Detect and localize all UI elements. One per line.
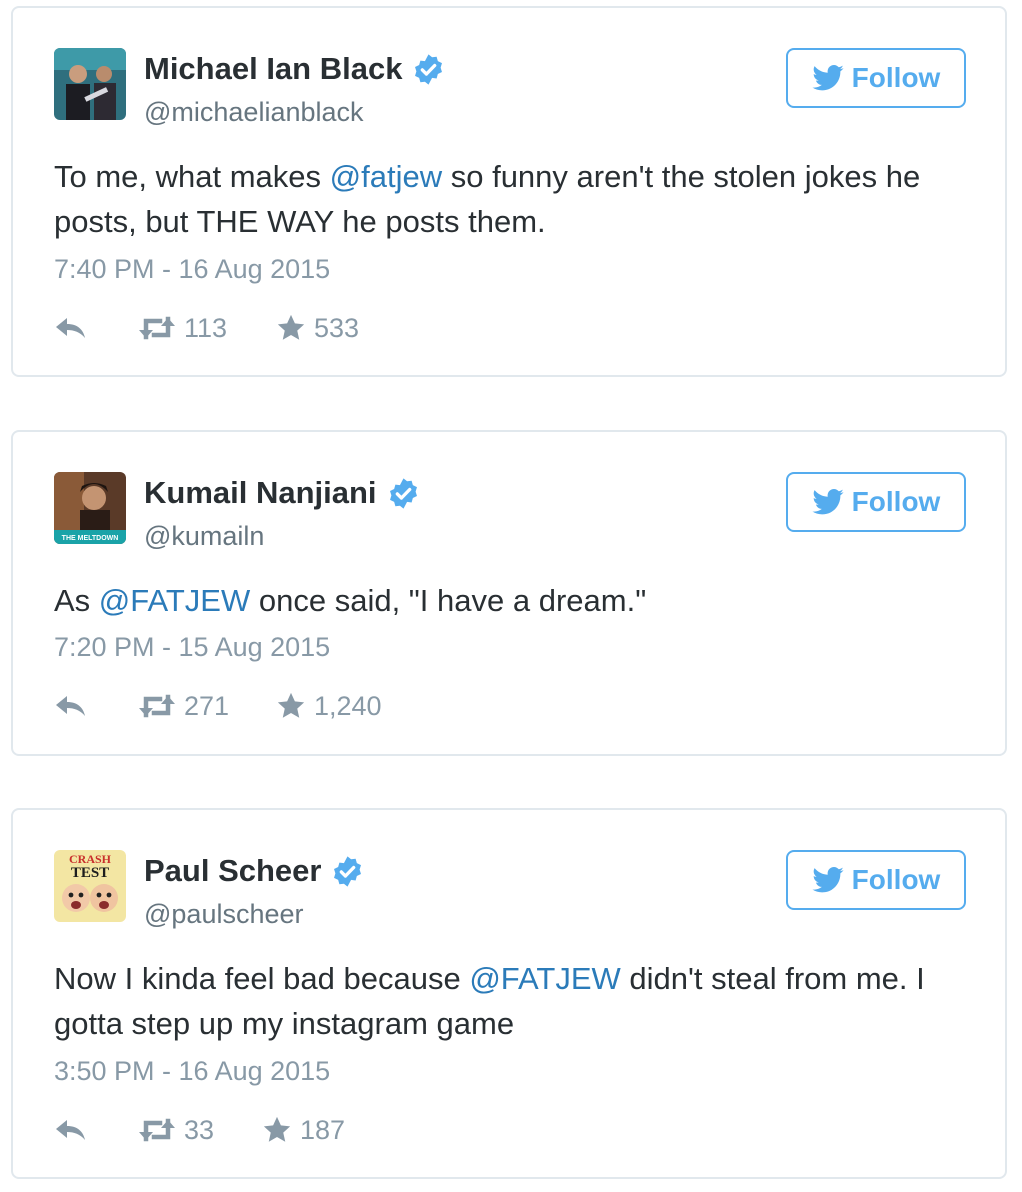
follow-label: Follow (851, 486, 941, 517)
tweet-card: Michael Ian Black @michaelianblack Follo… (11, 6, 1007, 377)
user-handle[interactable]: @kumailn (144, 518, 264, 554)
retweet-icon (139, 1118, 175, 1142)
avatar-caption: THE MELTDOWN (62, 535, 119, 542)
like-button[interactable]: 187 (262, 1112, 345, 1148)
tweet-text: To me, what makes @fatjew so funny aren'… (54, 154, 974, 244)
verified-badge-icon (412, 53, 445, 86)
retweet-count: 271 (184, 691, 230, 721)
avatar[interactable] (54, 48, 126, 120)
retweet-button[interactable]: 271 (138, 688, 229, 724)
twitter-bird-icon (812, 65, 844, 91)
verified-badge-icon (331, 855, 364, 888)
avatar-caption: CRASH (69, 852, 112, 866)
timestamp[interactable]: 7:40 PM - 16 Aug 2015 (54, 252, 330, 286)
twitter-bird-icon (812, 489, 844, 515)
timestamp[interactable]: 7:20 PM - 15 Aug 2015 (54, 630, 330, 664)
retweet-icon (139, 316, 175, 340)
avatar-caption: TEST (71, 865, 109, 881)
follow-button[interactable]: Follow (786, 850, 966, 910)
reply-button[interactable] (54, 310, 88, 346)
text-segment: Now I kinda feel bad because (54, 961, 470, 996)
follow-label: Follow (851, 864, 941, 895)
star-icon (263, 1116, 291, 1142)
reply-icon (56, 318, 85, 338)
follow-label: Follow (851, 62, 941, 93)
retweet-button[interactable]: 113 (138, 310, 227, 346)
like-button[interactable]: 1,240 (276, 688, 382, 724)
like-count: 1,240 (314, 691, 382, 721)
text-segment: once said, "I have a dream." (250, 583, 647, 618)
mention-link[interactable]: @FATJEW (469, 961, 620, 996)
reply-icon (56, 1120, 85, 1140)
display-name[interactable]: Kumail Nanjiani (144, 472, 377, 514)
avatar[interactable]: THE MELTDOWN (54, 472, 126, 544)
reply-button[interactable] (54, 1112, 88, 1148)
user-handle[interactable]: @paulscheer (144, 896, 304, 932)
tweet-card: THE MELTDOWN Kumail Nanjiani @kumailn Fo… (11, 430, 1007, 756)
reply-icon (56, 696, 85, 716)
verified-badge-icon (387, 477, 420, 510)
text-segment: To me, what makes (54, 159, 330, 194)
timestamp[interactable]: 3:50 PM - 16 Aug 2015 (54, 1054, 330, 1088)
display-name[interactable]: Michael Ian Black (144, 48, 402, 90)
like-button[interactable]: 533 (276, 310, 359, 346)
retweet-button[interactable]: 33 (138, 1112, 214, 1148)
follow-button[interactable]: Follow (786, 48, 966, 108)
retweet-icon (139, 694, 175, 718)
follow-button[interactable]: Follow (786, 472, 966, 532)
user-handle[interactable]: @michaelianblack (144, 94, 364, 130)
retweet-count: 33 (184, 1115, 215, 1145)
avatar[interactable]: CRASH TEST (54, 850, 126, 922)
retweet-count: 113 (184, 313, 228, 343)
text-segment: As (54, 583, 99, 618)
tweet-card: CRASH TEST Paul Scheer @paulscheer Follo… (11, 808, 1007, 1179)
star-icon (277, 692, 305, 718)
mention-link[interactable]: @fatjew (330, 159, 442, 194)
like-count: 533 (314, 313, 360, 343)
mention-link[interactable]: @FATJEW (99, 583, 250, 618)
twitter-bird-icon (812, 867, 844, 893)
tweet-text: As @FATJEW once said, "I have a dream." (54, 578, 974, 623)
display-name[interactable]: Paul Scheer (144, 850, 321, 892)
reply-button[interactable] (54, 688, 88, 724)
like-count: 187 (300, 1115, 346, 1145)
tweet-text: Now I kinda feel bad because @FATJEW did… (54, 956, 974, 1046)
star-icon (277, 314, 305, 340)
